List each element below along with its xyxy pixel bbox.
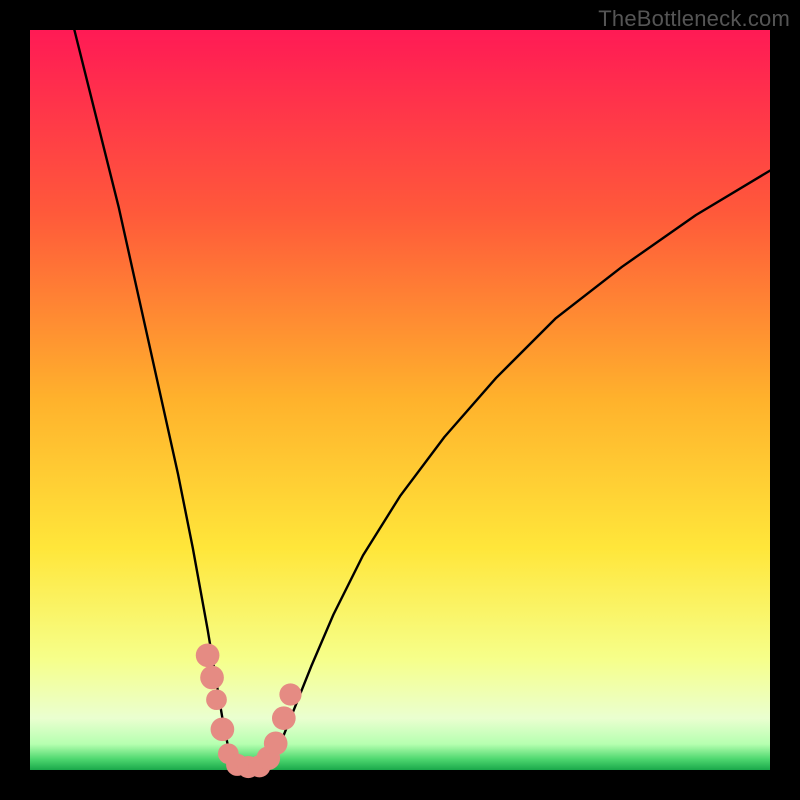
data-marker <box>272 706 296 730</box>
data-marker <box>264 732 288 756</box>
chart-container: TheBottleneck.com <box>0 0 800 800</box>
plot-background <box>30 30 770 770</box>
data-marker <box>200 666 224 690</box>
data-marker <box>211 717 235 741</box>
data-marker <box>206 689 227 710</box>
data-marker <box>196 643 220 667</box>
data-marker <box>279 683 301 705</box>
bottleneck-curve-chart <box>0 0 800 800</box>
